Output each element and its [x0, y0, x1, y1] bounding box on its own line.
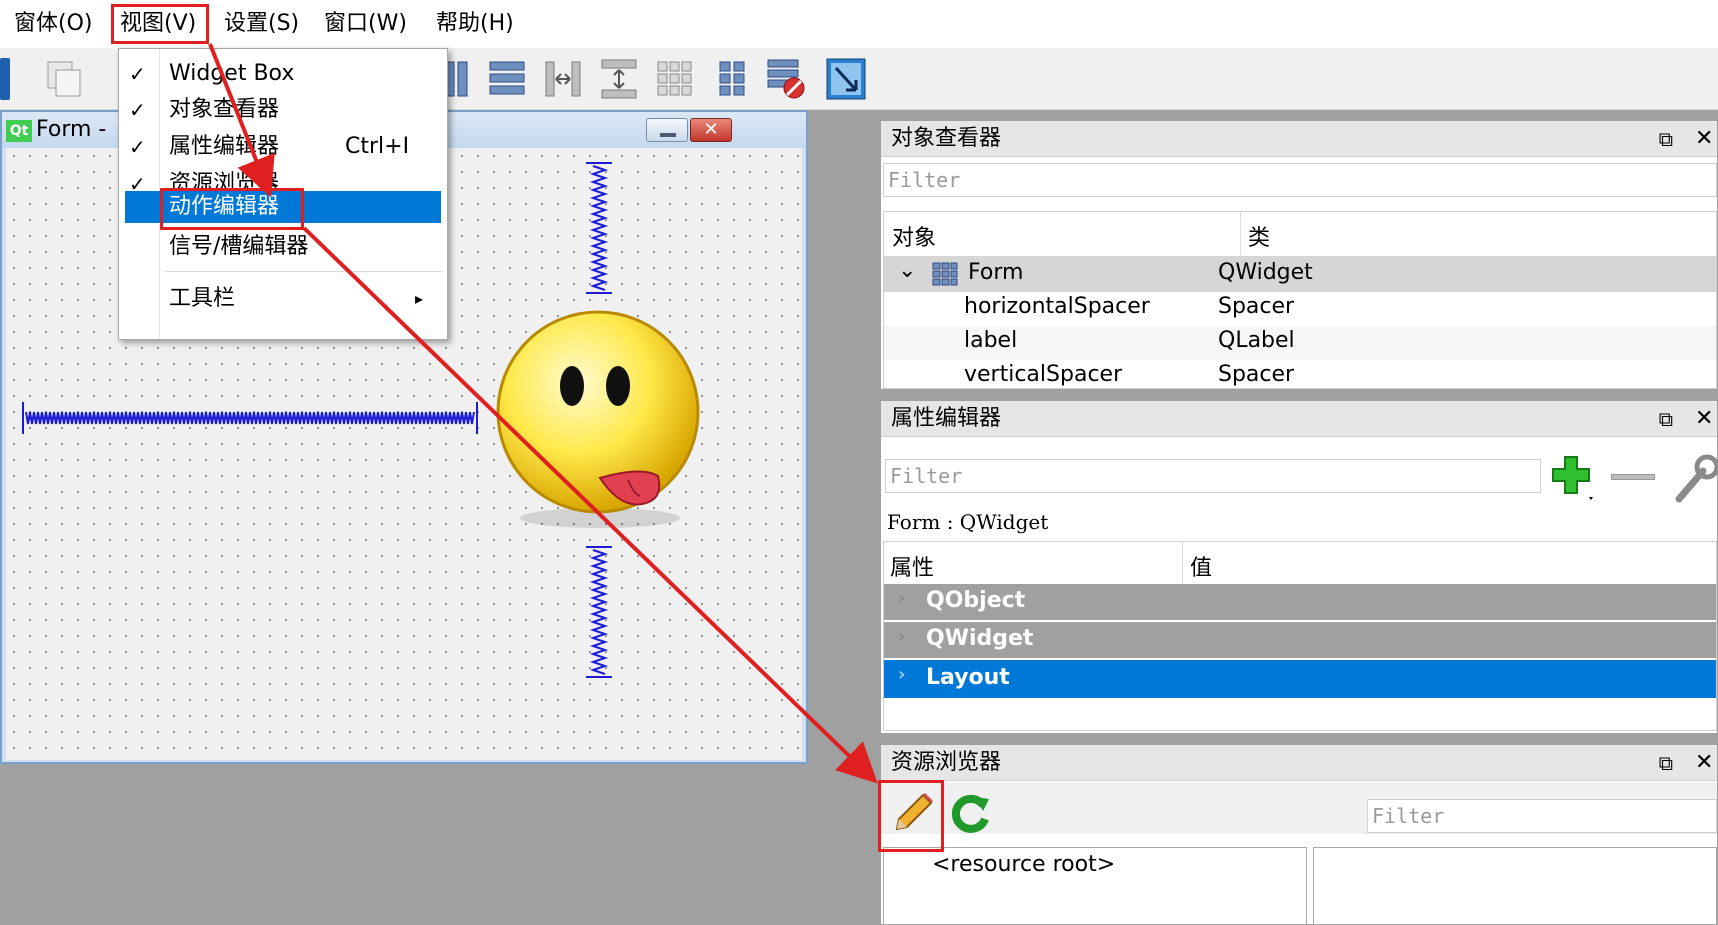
- annotation-arrows: [208, 43, 878, 784]
- annotation-arrow: [208, 43, 275, 198]
- annotation-arrow: [302, 226, 878, 784]
